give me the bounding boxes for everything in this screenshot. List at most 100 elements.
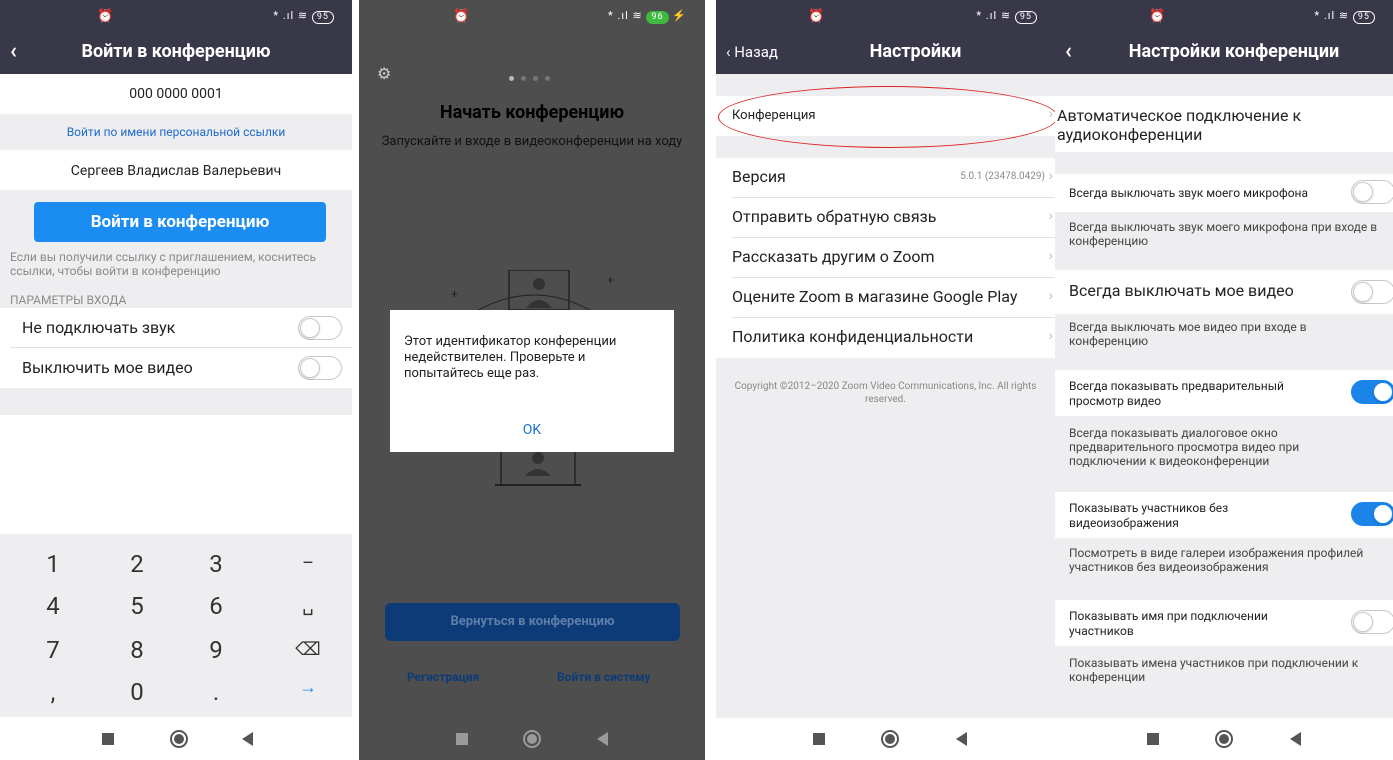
status-icons: * .ıl ≋ 96 ⚡ [607,9,687,24]
setting-description: Всегда выключать мое видео при входе в к… [1069,320,1307,348]
no-audio-toggle[interactable] [298,316,342,340]
return-to-meeting-button[interactable]: Вернуться в конференцию [385,603,680,641]
setting-label: Всегда выключать мое видео [1069,281,1294,300]
setting-description: Всегда выключать звук моего микрофона пр… [1069,220,1378,248]
show-names-toggle[interactable] [1351,610,1393,634]
meeting-id-input[interactable]: 000 0000 0001 [0,74,352,114]
mute-mic-toggle[interactable] [1351,180,1393,204]
alarm-clock-icon: ⏰ [808,9,825,24]
page-title: Войти в конференцию [81,41,271,62]
dialog-message: Этот идентификатор конференции недействи… [404,334,617,381]
status-icons: * .ıl ≋ 95 [976,9,1037,24]
settings-label: Отправить обратную связь [732,207,937,226]
login-link[interactable]: Войти в систему [557,670,651,684]
setting-description: Посмотреть в виде галереи изображения пр… [1069,546,1364,574]
home-icon[interactable] [523,730,541,748]
option-no-audio[interactable]: Не подключать звук [0,308,352,348]
preview-toggle[interactable] [1351,380,1393,404]
enter-arrow-icon[interactable]: → [278,668,338,708]
backspace-icon[interactable]: ⌫ [278,630,338,670]
gear-icon[interactable]: ⚙ [377,64,391,83]
no-video-toggle[interactable] [298,356,342,380]
option-label: Выключить мое видео [22,358,193,377]
back-button[interactable]: ‹ Назад [726,43,778,61]
register-link[interactable]: Регистрация [407,670,479,684]
dialog-ok-button[interactable]: OK [390,422,674,438]
version-value: 5.0.1 (23478.0429) [960,171,1045,182]
home-icon[interactable] [170,730,188,748]
recent-apps-icon[interactable] [102,733,114,745]
key-1[interactable]: 1 [23,544,83,584]
status-bar: ⏰ * .ıl ≋ 95 [1055,0,1393,30]
option-no-video[interactable]: Выключить мое видео [0,348,352,388]
status-bar: ⏰ * .ıl ≋ 96 ⚡ [359,0,705,30]
key-period[interactable]: . [186,672,246,712]
alarm-clock-icon: ⏰ [97,9,114,24]
key-8[interactable]: 8 [107,630,167,670]
recent-apps-icon[interactable] [456,733,468,745]
setting-preview[interactable]: Всегда показывать предварительный просмо… [1055,370,1393,416]
video-off-toggle[interactable] [1351,280,1393,304]
settings-rate[interactable]: Оцените Zoom в магазине Google Play › [716,278,1055,318]
setting-no-video[interactable]: Показывать участников без видеоизображен… [1055,492,1393,538]
key-comma[interactable]: , [23,672,83,712]
page-subtitle: Запускайте и входе в видеоконференции на… [381,134,683,149]
key-4[interactable]: 4 [23,586,83,626]
setting-label: Автоматическое подключение к аудиоконфер… [1057,106,1302,144]
setting-label: Всегда выключать звук моего микрофона [1069,186,1308,200]
setting-mute-mic[interactable]: Всегда выключать звук моего микрофона [1055,174,1393,212]
join-button[interactable]: Войти в конференцию [34,202,326,242]
key-0[interactable]: 0 [107,672,167,712]
setting-auto-audio[interactable]: Автоматическое подключение к аудиоконфер… [1055,96,1393,152]
key-minus[interactable]: – [278,544,338,584]
svg-text:+: + [451,287,458,301]
chevron-right-icon: › [1048,288,1053,304]
chevron-right-icon: › [1048,328,1053,344]
join-hint: Если вы получили ссылку с приглашением, … [10,250,316,278]
settings-feedback[interactable]: Отправить обратную связь › [716,198,1055,238]
key-2[interactable]: 2 [107,544,167,584]
numeric-keypad: 1 2 3 – 4 5 6 ␣ 7 8 9 ⌫ , 0 . → [0,534,352,717]
back-triangle-icon[interactable] [242,732,253,746]
screens: ⏰ * .ıl ≋ 95 ‹ Войти в конференцию 000 0… [0,0,1393,760]
key-6[interactable]: 6 [186,586,246,626]
key-7[interactable]: 7 [23,630,83,670]
join-meeting-screen: ⏰ * .ıl ≋ 95 ‹ Войти в конференцию 000 0… [0,0,352,760]
key-space[interactable]: ␣ [278,586,338,626]
back-triangle-icon[interactable] [956,732,967,746]
nav-bar: ‹ Назад Настройки [716,30,1055,74]
settings-screen: ⏰ * .ıl ≋ 95 ‹ Назад Настройки Конференц… [716,0,1055,760]
setting-video-off[interactable]: Всегда выключать мое видео [1055,270,1393,314]
setting-label: Показывать имя при подключении участнико… [1069,609,1268,638]
settings-tell-others[interactable]: Рассказать другим о Zoom › [716,238,1055,278]
page-title: Начать конференцию [439,102,625,123]
nav-bar: ‹ Настройки конференции [1055,30,1393,74]
battery-icon: 95 [1352,11,1375,24]
key-3[interactable]: 3 [186,544,246,584]
personal-link-button[interactable]: Войти по имени персональной ссылки [0,114,352,150]
key-9[interactable]: 9 [186,630,246,670]
setting-description: Всегда показывать диалоговое окно предва… [1069,426,1300,468]
home-icon[interactable] [1215,730,1233,748]
settings-version[interactable]: Версия 5.0.1 (23478.0429) › [716,158,1055,198]
setting-show-names[interactable]: Показывать имя при подключении участнико… [1055,600,1393,646]
page-indicator [509,66,557,85]
key-5[interactable]: 5 [107,586,167,626]
recent-apps-icon[interactable] [1147,733,1159,745]
setting-description: Показывать имена участников при подключе… [1069,656,1359,684]
home-icon[interactable] [881,730,899,748]
back-chevron-icon[interactable]: ‹ [1065,39,1072,64]
params-header: ПАРАМЕТРЫ ВХОДА [10,293,127,307]
display-name-input[interactable]: Сергеев Владислав Валерьевич [0,150,352,190]
settings-label: Рассказать другим о Zoom [732,247,935,266]
battery-icon: 96 [646,11,669,24]
back-triangle-icon[interactable] [597,732,608,746]
status-bar: ⏰ * .ıl ≋ 95 [0,0,352,30]
highlight-oval [718,86,1055,148]
back-triangle-icon[interactable] [1290,732,1301,746]
settings-label: Оцените Zoom в магазине Google Play [732,287,1018,306]
recent-apps-icon[interactable] [813,733,825,745]
no-video-participants-toggle[interactable] [1351,502,1393,526]
alarm-clock-icon: ⏰ [453,9,470,24]
settings-privacy[interactable]: Политика конфиденциальности › [716,318,1055,358]
